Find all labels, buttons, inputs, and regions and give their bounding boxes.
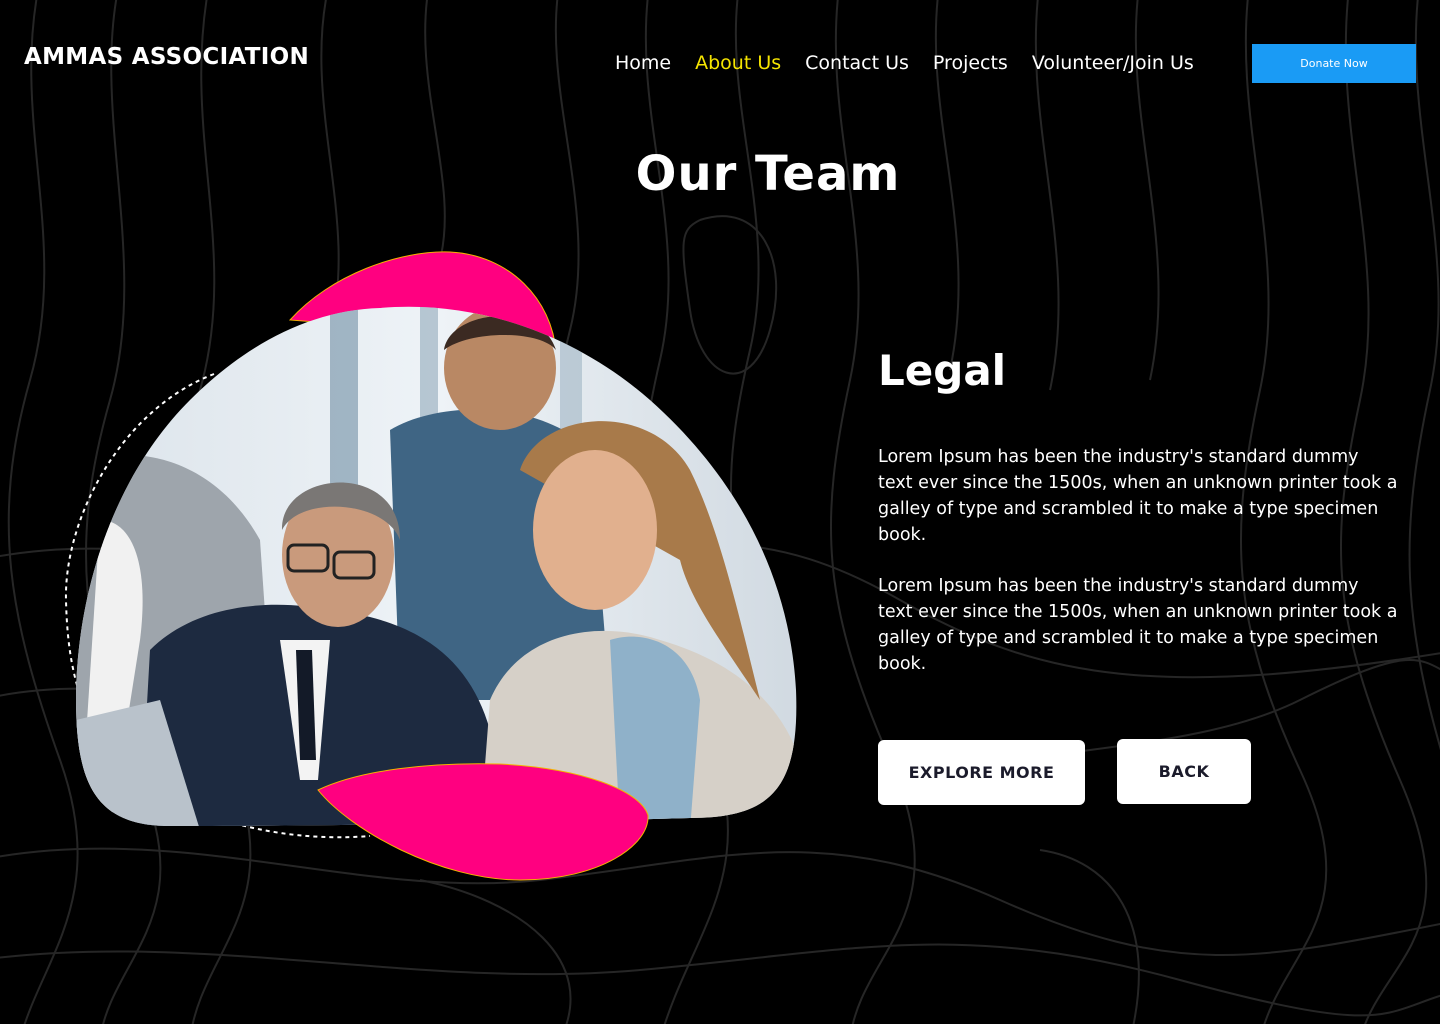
nav-contact-us[interactable]: Contact Us [793, 52, 921, 74]
back-button[interactable]: BACK [1117, 739, 1251, 804]
description-paragraph-2: Lorem Ipsum has been the industry's stan… [878, 576, 1398, 674]
main-navigation: Home About Us Contact Us Projects Volunt… [603, 44, 1206, 82]
explore-more-button[interactable]: EXPLORE MORE [878, 740, 1085, 805]
page-title: Our Team [635, 146, 901, 202]
section-title: Legal [878, 346, 1007, 395]
donate-now-button[interactable]: Donate Now [1252, 44, 1416, 83]
description-paragraph-1: Lorem Ipsum has been the industry's stan… [878, 447, 1398, 545]
pink-blob-bottom [317, 763, 649, 881]
nav-projects[interactable]: Projects [921, 52, 1020, 74]
site-logo[interactable]: AMMAS ASSOCIATION [24, 44, 309, 70]
nav-about-us[interactable]: About Us [683, 52, 793, 74]
page: AMMAS ASSOCIATION Home About Us Contact … [0, 0, 1440, 1024]
team-photo-illustration [64, 251, 797, 881]
nav-home[interactable]: Home [603, 52, 683, 74]
nav-volunteer-join-us[interactable]: Volunteer/Join Us [1020, 52, 1206, 74]
